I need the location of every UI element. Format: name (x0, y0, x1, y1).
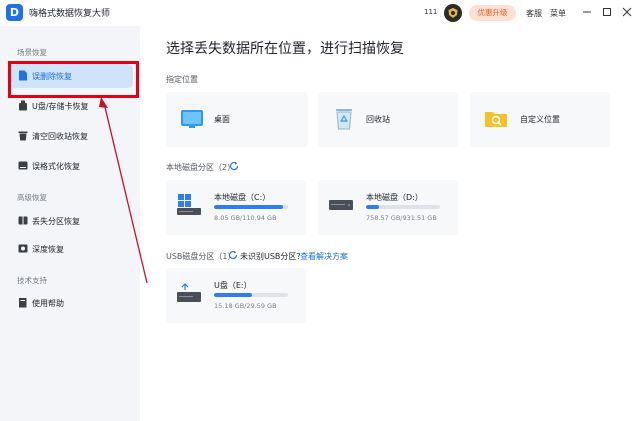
local-disk-section-label: 本地磁盘分区（2） (166, 163, 236, 172)
refresh-icon[interactable] (229, 161, 239, 171)
maximize-icon[interactable] (600, 5, 614, 19)
deep-scan-icon (18, 244, 28, 253)
disk-usage-fill (366, 205, 380, 209)
menu-link[interactable]: 菜单 (550, 8, 566, 19)
folder-search-icon (485, 112, 507, 127)
disk-usage-bar (214, 293, 288, 297)
location-label: 回收站 (366, 115, 390, 124)
sidebar-item-label: 深度恢复 (32, 245, 64, 254)
minimize-icon[interactable] (580, 5, 594, 19)
upgrade-button[interactable]: 优惠升级 (469, 5, 516, 21)
sidebar-item-help[interactable]: 使用帮助 (10, 291, 133, 315)
sidebar-item-label: U盘/存储卡恢复 (32, 102, 89, 111)
disk-card-d[interactable]: 本地磁盘（D:） 758.57 GB/931.51 GB (318, 180, 458, 235)
windows-disk-icon (177, 194, 201, 215)
support-link[interactable]: 客服 (526, 8, 542, 19)
usb-disk-icon (177, 283, 201, 302)
partition-icon (18, 216, 28, 225)
app-title: 嗨格式数据恢复大师 (29, 9, 111, 19)
disk-card-e[interactable]: U盘（E:） 15.18 GB/29.59 GB (166, 268, 306, 323)
disk-usage-bar (214, 205, 288, 209)
vip-badge-icon[interactable] (444, 4, 462, 22)
sidebar-item-label: 丢失分区恢复 (32, 217, 80, 226)
help-book-icon (19, 298, 27, 308)
drive-icon (18, 161, 28, 170)
disk-size: 758.57 GB/931.51 GB (366, 214, 437, 222)
highlight-annotation-box (8, 61, 139, 98)
disk-name: 本地磁盘（C:） (214, 193, 271, 202)
disk-size: 15.18 GB/29.59 GB (214, 302, 277, 310)
location-card-custom[interactable]: 自定义位置 (470, 92, 610, 147)
usb-disk-section-label: USB磁盘分区（1） (166, 252, 236, 261)
disk-usage-fill (214, 205, 283, 209)
trash-icon (18, 131, 28, 141)
sidebar-item-recycle-recovery[interactable]: 清空回收站恢复 (10, 124, 133, 148)
recycle-bin-icon (336, 109, 352, 130)
desktop-icon (181, 110, 203, 128)
disk-size: 8.05 GB/110.94 GB (214, 214, 277, 222)
hard-disk-icon (329, 200, 353, 210)
sidebar-item-label: 误格式化恢复 (32, 162, 80, 171)
usb-solution-link[interactable]: 查看解决方案 (300, 251, 348, 262)
sidebar-item-label: 清空回收站恢复 (32, 132, 88, 141)
title-bar: D 嗨格式数据恢复大师 111 优惠升级 客服 菜单 (0, 0, 640, 26)
sidebar-item-format-recovery[interactable]: 误格式化恢复 (10, 154, 133, 178)
section-scene-recovery: 场景恢复 (17, 48, 47, 57)
sidebar-item-label: 使用帮助 (32, 299, 64, 308)
section-advanced-recovery: 高级恢复 (17, 193, 47, 202)
disk-name: 本地磁盘（D:） (366, 193, 423, 202)
section-tech-support: 技术支持 (17, 276, 47, 285)
disk-card-c[interactable]: 本地磁盘（C:） 8.05 GB/110.94 GB (166, 180, 306, 235)
sidebar-item-partition-recovery[interactable]: 丢失分区恢复 (10, 209, 133, 233)
close-icon[interactable] (620, 5, 634, 19)
page-title: 选择丢失数据所在位置，进行扫描恢复 (166, 41, 404, 57)
usb-unrecognized-text: 未识别USB分区？ (240, 252, 305, 261)
location-label: 自定义位置 (520, 115, 560, 124)
user-count: 111 (424, 8, 438, 16)
location-card-desktop[interactable]: 桌面 (166, 92, 308, 147)
specified-location-label: 指定位置 (166, 75, 198, 84)
disk-name: U盘（E:） (214, 281, 252, 290)
refresh-icon[interactable] (228, 250, 238, 260)
usb-drive-icon (19, 100, 27, 111)
disk-usage-fill (214, 293, 252, 297)
app-logo: D (6, 4, 23, 21)
sidebar-item-deep-recovery[interactable]: 深度恢复 (10, 237, 133, 261)
location-label: 桌面 (214, 115, 230, 124)
disk-usage-bar (366, 205, 440, 209)
location-card-recycle-bin[interactable]: 回收站 (318, 92, 458, 147)
